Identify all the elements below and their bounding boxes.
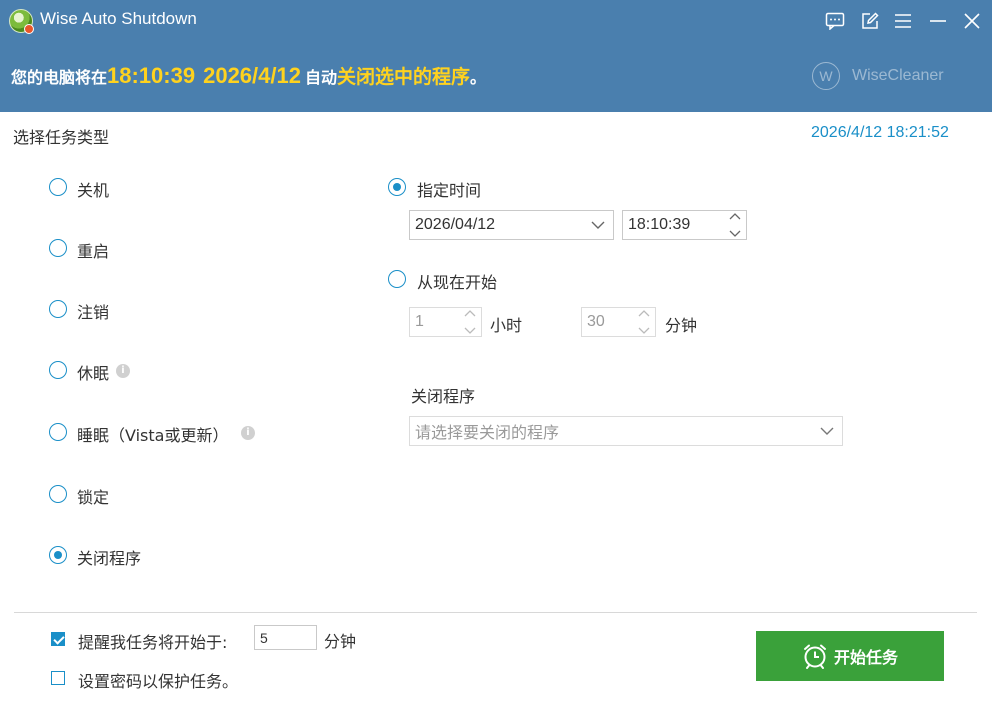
- radio-shutdown[interactable]: [49, 178, 67, 196]
- hours-stepper[interactable]: 1: [409, 307, 482, 337]
- remind-label: 提醒我任务将开始于:: [78, 633, 228, 652]
- option-label-restart: 重启: [77, 242, 110, 261]
- app-title: Wise Auto Shutdown: [40, 9, 197, 28]
- brand-name: WiseCleaner: [852, 67, 944, 84]
- radio-restart[interactable]: [49, 239, 67, 257]
- close-program-label: 关闭程序: [411, 387, 476, 406]
- date-picker[interactable]: 2026/04/12: [409, 210, 614, 240]
- option-label-sleep: 睡眠（Vista或更新）: [77, 426, 229, 445]
- remind-unit: 分钟: [324, 632, 357, 651]
- chevron-down-icon[interactable]: [638, 327, 650, 334]
- edit-icon[interactable]: [857, 8, 883, 34]
- banner-date: 2026/4/12: [203, 63, 301, 88]
- option-label-close-program: 关闭程序: [77, 549, 142, 568]
- radio-logoff[interactable]: [49, 300, 67, 318]
- task-type-label: 选择任务类型: [13, 128, 110, 147]
- program-select[interactable]: 请选择要关闭的程序: [409, 416, 843, 446]
- sleep-info-icon[interactable]: i: [241, 426, 255, 440]
- time-stepper[interactable]: 18:10:39: [622, 210, 747, 240]
- app-logo-icon: [9, 9, 34, 34]
- radio-sleep[interactable]: [49, 423, 67, 441]
- shutdown-banner: 您的电脑将在 18:10:39 2026/4/12 自动 关闭选中的程序 。: [11, 62, 486, 94]
- from-now-label: 从现在开始: [417, 273, 498, 292]
- time-value: 18:10:39: [628, 216, 691, 233]
- chevron-up-icon[interactable]: [464, 310, 476, 317]
- title-bar: Wise Auto Shutdown 您的电脑将在 18:10:39 2026/…: [0, 0, 992, 112]
- remind-value: 5: [260, 629, 268, 646]
- radio-from-now[interactable]: [388, 270, 406, 288]
- radio-hibernate[interactable]: [49, 361, 67, 379]
- close-icon[interactable]: [959, 8, 985, 34]
- option-label-logoff: 注销: [77, 303, 110, 322]
- chevron-up-icon[interactable]: [638, 310, 650, 317]
- option-label-shutdown: 关机: [77, 181, 110, 200]
- specified-time-label: 指定时间: [417, 181, 482, 200]
- chevron-down-icon[interactable]: [464, 327, 476, 334]
- current-time: 2026/4/12 18:21:52: [811, 124, 949, 141]
- chevron-up-icon[interactable]: [729, 213, 741, 220]
- wisecleaner-mark-icon: W: [812, 62, 840, 90]
- radio-specified-time[interactable]: [388, 178, 406, 196]
- banner-prefix: 您的电脑将在: [11, 68, 108, 87]
- hours-value: 1: [415, 313, 424, 330]
- hours-unit: 小时: [490, 316, 523, 335]
- program-select-placeholder: 请选择要关闭的程序: [415, 425, 560, 442]
- minutes-stepper[interactable]: 30: [581, 307, 656, 337]
- start-task-button[interactable]: 开始任务: [756, 631, 944, 681]
- wisecleaner-logo: W WiseCleaner: [812, 62, 944, 90]
- feedback-icon[interactable]: [822, 8, 848, 34]
- remind-minutes-input[interactable]: 5: [254, 625, 317, 650]
- minimize-icon[interactable]: [925, 8, 951, 34]
- chevron-down-icon: [591, 221, 605, 229]
- radio-lock[interactable]: [49, 485, 67, 503]
- banner-suffix: 。: [470, 68, 487, 87]
- password-checkbox[interactable]: [51, 671, 65, 685]
- banner-time: 18:10:39: [107, 63, 196, 88]
- minutes-value: 30: [587, 313, 605, 330]
- date-value: 2026/04/12: [415, 216, 496, 233]
- minutes-unit: 分钟: [665, 316, 698, 335]
- banner-middle: 自动: [304, 68, 337, 87]
- alarm-clock-icon: [803, 644, 826, 669]
- option-label-hibernate: 休眠: [77, 364, 110, 383]
- footer-divider: [14, 612, 977, 613]
- radio-close-program[interactable]: [49, 546, 67, 564]
- menu-icon[interactable]: [890, 8, 916, 34]
- option-label-lock: 锁定: [77, 488, 110, 507]
- banner-action: 关闭选中的程序: [336, 66, 470, 88]
- password-label: 设置密码以保护任务。: [78, 672, 239, 691]
- hibernate-info-icon[interactable]: i: [116, 364, 130, 378]
- chevron-down-icon: [820, 427, 834, 435]
- start-task-label: 开始任务: [833, 648, 898, 667]
- chevron-down-icon[interactable]: [729, 230, 741, 237]
- remind-checkbox[interactable]: [51, 632, 65, 646]
